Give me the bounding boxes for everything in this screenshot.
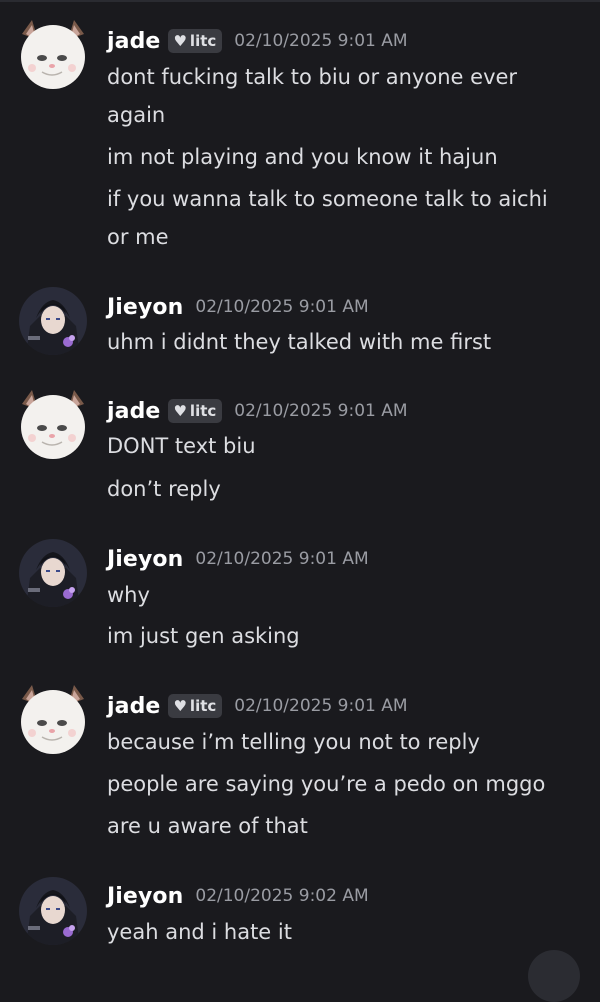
message-text: yeah and i hate it: [107, 920, 292, 944]
message-header: Jieyon 02/10/2025 9:01 AM: [107, 292, 369, 322]
anime-character-avatar-icon: [19, 287, 87, 355]
guild-tag-label: litc: [189, 32, 217, 50]
username[interactable]: jade: [107, 29, 160, 54]
heart-icon: ♥: [173, 31, 187, 50]
message-header: Jieyon 02/10/2025 9:01 AM: [107, 544, 369, 574]
timestamp: 02/10/2025 9:01 AM: [195, 549, 369, 569]
timestamp: 02/10/2025 9:01 AM: [195, 297, 369, 317]
avatar[interactable]: [18, 876, 88, 946]
message-header: jade ♥ litc 02/10/2025 9:01 AM: [107, 396, 408, 426]
white-cat-avatar-icon: [21, 20, 85, 89]
message-text: im just gen asking: [107, 624, 300, 648]
timestamp: 02/10/2025 9:01 AM: [234, 696, 408, 716]
username[interactable]: jade: [107, 399, 160, 424]
message-list: jade ♥ litc 02/10/2025 9:01 AM dont fuck…: [0, 0, 600, 967]
message-text: don’t reply: [107, 477, 221, 501]
guild-tag-label: litc: [189, 402, 217, 420]
message-header: jade ♥ litc 02/10/2025 9:01 AM: [107, 26, 408, 56]
message-text: because i’m telling you not to reply: [107, 730, 480, 754]
scroll-to-bottom-button[interactable]: [528, 950, 580, 1002]
avatar[interactable]: [18, 538, 88, 608]
message-text: are u aware of that: [107, 814, 308, 838]
message-text: dont fucking talk to biu or anyone ever: [107, 65, 518, 89]
anime-character-avatar-icon: [19, 877, 87, 945]
timestamp: 02/10/2025 9:02 AM: [195, 886, 369, 906]
anime-character-avatar-icon: [19, 539, 87, 607]
avatar[interactable]: [18, 20, 88, 90]
message-text: again: [107, 103, 166, 127]
guild-tag[interactable]: ♥ litc: [168, 694, 223, 718]
heart-icon: ♥: [173, 696, 187, 715]
message-header: jade ♥ litc 02/10/2025 9:01 AM: [107, 691, 408, 721]
timestamp: 02/10/2025 9:01 AM: [234, 401, 408, 421]
message-text: people are saying you’re a pedo on mggo: [107, 772, 546, 796]
message-text: why: [107, 583, 150, 607]
timestamp: 02/10/2025 9:01 AM: [234, 31, 408, 51]
message-text: or me: [107, 225, 169, 249]
guild-tag[interactable]: ♥ litc: [168, 399, 223, 423]
username[interactable]: Jieyon: [107, 295, 183, 320]
message-text: uhm i didnt they talked with me first: [107, 330, 492, 354]
guild-tag-label: litc: [189, 697, 217, 715]
message-text: if you wanna talk to someone talk to aic…: [107, 187, 548, 211]
heart-icon: ♥: [173, 401, 187, 420]
avatar[interactable]: [18, 390, 88, 460]
white-cat-avatar-icon: [21, 685, 85, 754]
username[interactable]: Jieyon: [107, 884, 183, 909]
username[interactable]: Jieyon: [107, 547, 183, 572]
white-cat-avatar-icon: [21, 390, 85, 459]
avatar[interactable]: [18, 685, 88, 755]
avatar[interactable]: [18, 286, 88, 356]
message-text: im not playing and you know it hajun: [107, 145, 498, 169]
guild-tag[interactable]: ♥ litc: [168, 29, 223, 53]
message-header: Jieyon 02/10/2025 9:02 AM: [107, 881, 369, 911]
message-text: DONT text biu: [107, 434, 256, 458]
username[interactable]: jade: [107, 694, 160, 719]
